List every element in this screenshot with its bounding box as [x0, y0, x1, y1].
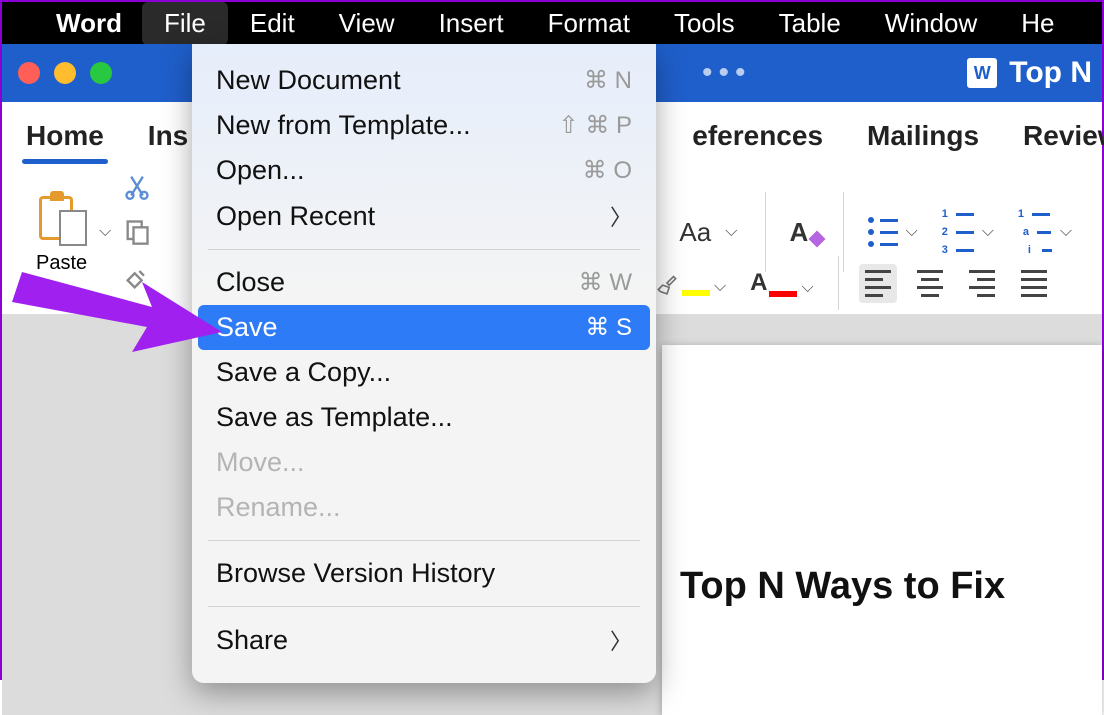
- chevron-down-icon[interactable]: ⌵: [710, 278, 730, 296]
- menu-help[interactable]: He: [999, 2, 1076, 45]
- tab-references[interactable]: eferences: [690, 116, 825, 162]
- highlight-button[interactable]: ⌵: [654, 270, 730, 296]
- menu-view[interactable]: View: [317, 2, 417, 45]
- menu-new-from-template[interactable]: New from Template...⇧ ⌘ P: [192, 103, 656, 148]
- close-window-button[interactable]: [18, 62, 40, 84]
- align-left-button[interactable]: [859, 264, 897, 303]
- change-case-button[interactable]: Aa: [679, 217, 711, 248]
- menu-close[interactable]: Close⌘ W: [192, 260, 656, 305]
- styles-group: [775, 217, 833, 247]
- menu-browse-version-history[interactable]: Browse Version History: [192, 551, 656, 596]
- font-group: Aa ⌵: [665, 217, 755, 248]
- menu-save-copy[interactable]: Save a Copy...: [192, 350, 656, 395]
- numbered-list-button[interactable]: 123 ⌵: [942, 208, 998, 256]
- font-color-button[interactable]: A ⌵: [750, 269, 817, 297]
- submenu-arrow-icon: 〉: [610, 624, 632, 656]
- menu-tools[interactable]: Tools: [652, 2, 757, 45]
- menu-rename: Rename...: [192, 485, 656, 530]
- menu-separator: [208, 606, 640, 607]
- file-menu-dropdown: New Document⌘ N New from Template...⇧ ⌘ …: [192, 44, 656, 683]
- menu-separator: [208, 249, 640, 250]
- menu-insert[interactable]: Insert: [417, 2, 526, 45]
- align-right-button[interactable]: [963, 264, 1001, 303]
- bullet-list-button[interactable]: ⌵: [868, 217, 922, 247]
- app-name[interactable]: Word: [36, 8, 142, 39]
- menu-new-document[interactable]: New Document⌘ N: [192, 58, 656, 103]
- macos-menubar: Word File Edit View Insert Format Tools …: [2, 2, 1102, 44]
- change-case-dropdown-icon[interactable]: ⌵: [721, 223, 741, 241]
- menu-save-as-template[interactable]: Save as Template...: [192, 395, 656, 440]
- multilevel-list-button[interactable]: 1ai ⌵: [1018, 208, 1076, 256]
- window-controls: [18, 62, 112, 84]
- tab-review[interactable]: Review: [1021, 116, 1104, 162]
- menu-file[interactable]: File: [142, 2, 228, 45]
- minimize-window-button[interactable]: [54, 62, 76, 84]
- paragraph-group: ⌵ 123 ⌵ 1ai ⌵: [854, 208, 1090, 256]
- cut-icon[interactable]: [123, 172, 151, 200]
- menu-open[interactable]: Open...⌘ O: [192, 148, 656, 193]
- document-title: Top N: [1009, 56, 1092, 90]
- chevron-down-icon[interactable]: ⌵: [978, 223, 998, 241]
- align-justify-button[interactable]: [1015, 264, 1053, 303]
- tab-home[interactable]: Home: [24, 116, 106, 162]
- chevron-down-icon[interactable]: ⌵: [797, 279, 817, 297]
- submenu-arrow-icon: 〉: [610, 200, 632, 232]
- chevron-down-icon[interactable]: ⌵: [902, 223, 922, 241]
- menu-edit[interactable]: Edit: [228, 2, 317, 45]
- more-options-icon[interactable]: •••: [702, 56, 752, 90]
- apple-menu-icon[interactable]: [12, 21, 36, 25]
- zoom-window-button[interactable]: [90, 62, 112, 84]
- menu-format[interactable]: Format: [526, 2, 652, 45]
- tab-mailings[interactable]: Mailings: [865, 116, 981, 162]
- menu-separator: [208, 540, 640, 541]
- clear-formatting-icon[interactable]: [789, 217, 819, 247]
- menu-table[interactable]: Table: [757, 2, 863, 45]
- word-document-icon: W: [967, 58, 997, 88]
- annotation-arrow-icon: [12, 232, 232, 362]
- menu-save[interactable]: Save⌘ S: [198, 305, 650, 350]
- highlighter-icon: [654, 270, 680, 296]
- chevron-down-icon[interactable]: ⌵: [1056, 223, 1076, 241]
- menu-share[interactable]: Share〉: [192, 617, 656, 663]
- document-page[interactable]: Top N Ways to Fix: [662, 345, 1102, 715]
- document-heading: Top N Ways to Fix: [680, 565, 1102, 608]
- font-color-a-icon: A: [750, 269, 767, 297]
- menu-window[interactable]: Window: [863, 2, 999, 45]
- toolbar-separator: [838, 256, 839, 310]
- align-center-button[interactable]: [911, 264, 949, 303]
- menu-move: Move...: [192, 440, 656, 485]
- menu-open-recent[interactable]: Open Recent〉: [192, 193, 656, 239]
- alignment-group: [859, 264, 1053, 303]
- tab-insert[interactable]: Ins: [146, 116, 190, 162]
